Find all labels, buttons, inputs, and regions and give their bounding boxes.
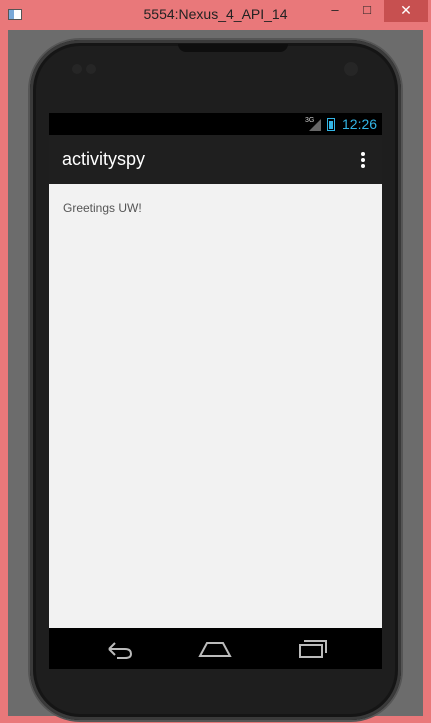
sensor-dot: [72, 64, 82, 74]
action-bar: activityspy: [49, 135, 382, 184]
home-icon[interactable]: [197, 636, 233, 662]
greeting-text: Greetings UW!: [63, 201, 142, 215]
status-bar: 3G 12:26: [49, 113, 382, 135]
battery-icon: [327, 118, 335, 131]
window-title-bar: 5554:Nexus_4_API_14 – □ ✕: [0, 0, 431, 30]
status-clock: 12:26: [342, 116, 378, 132]
device-screen[interactable]: 3G 12:26 activityspy Greetings UW!: [49, 113, 382, 669]
phone-speaker: [178, 44, 288, 52]
back-icon[interactable]: [101, 636, 137, 662]
front-camera: [344, 62, 358, 76]
maximize-button[interactable]: □: [354, 0, 380, 22]
minimize-button[interactable]: –: [322, 0, 348, 22]
overflow-menu-icon[interactable]: [361, 152, 367, 169]
recent-apps-icon[interactable]: [295, 636, 331, 662]
app-title: activityspy: [62, 149, 146, 169]
signal-icon: [309, 119, 321, 131]
sensor-dot: [86, 64, 96, 74]
navigation-bar: [49, 628, 382, 669]
main-content: Greetings UW!: [49, 184, 382, 628]
close-button[interactable]: ✕: [384, 0, 428, 22]
